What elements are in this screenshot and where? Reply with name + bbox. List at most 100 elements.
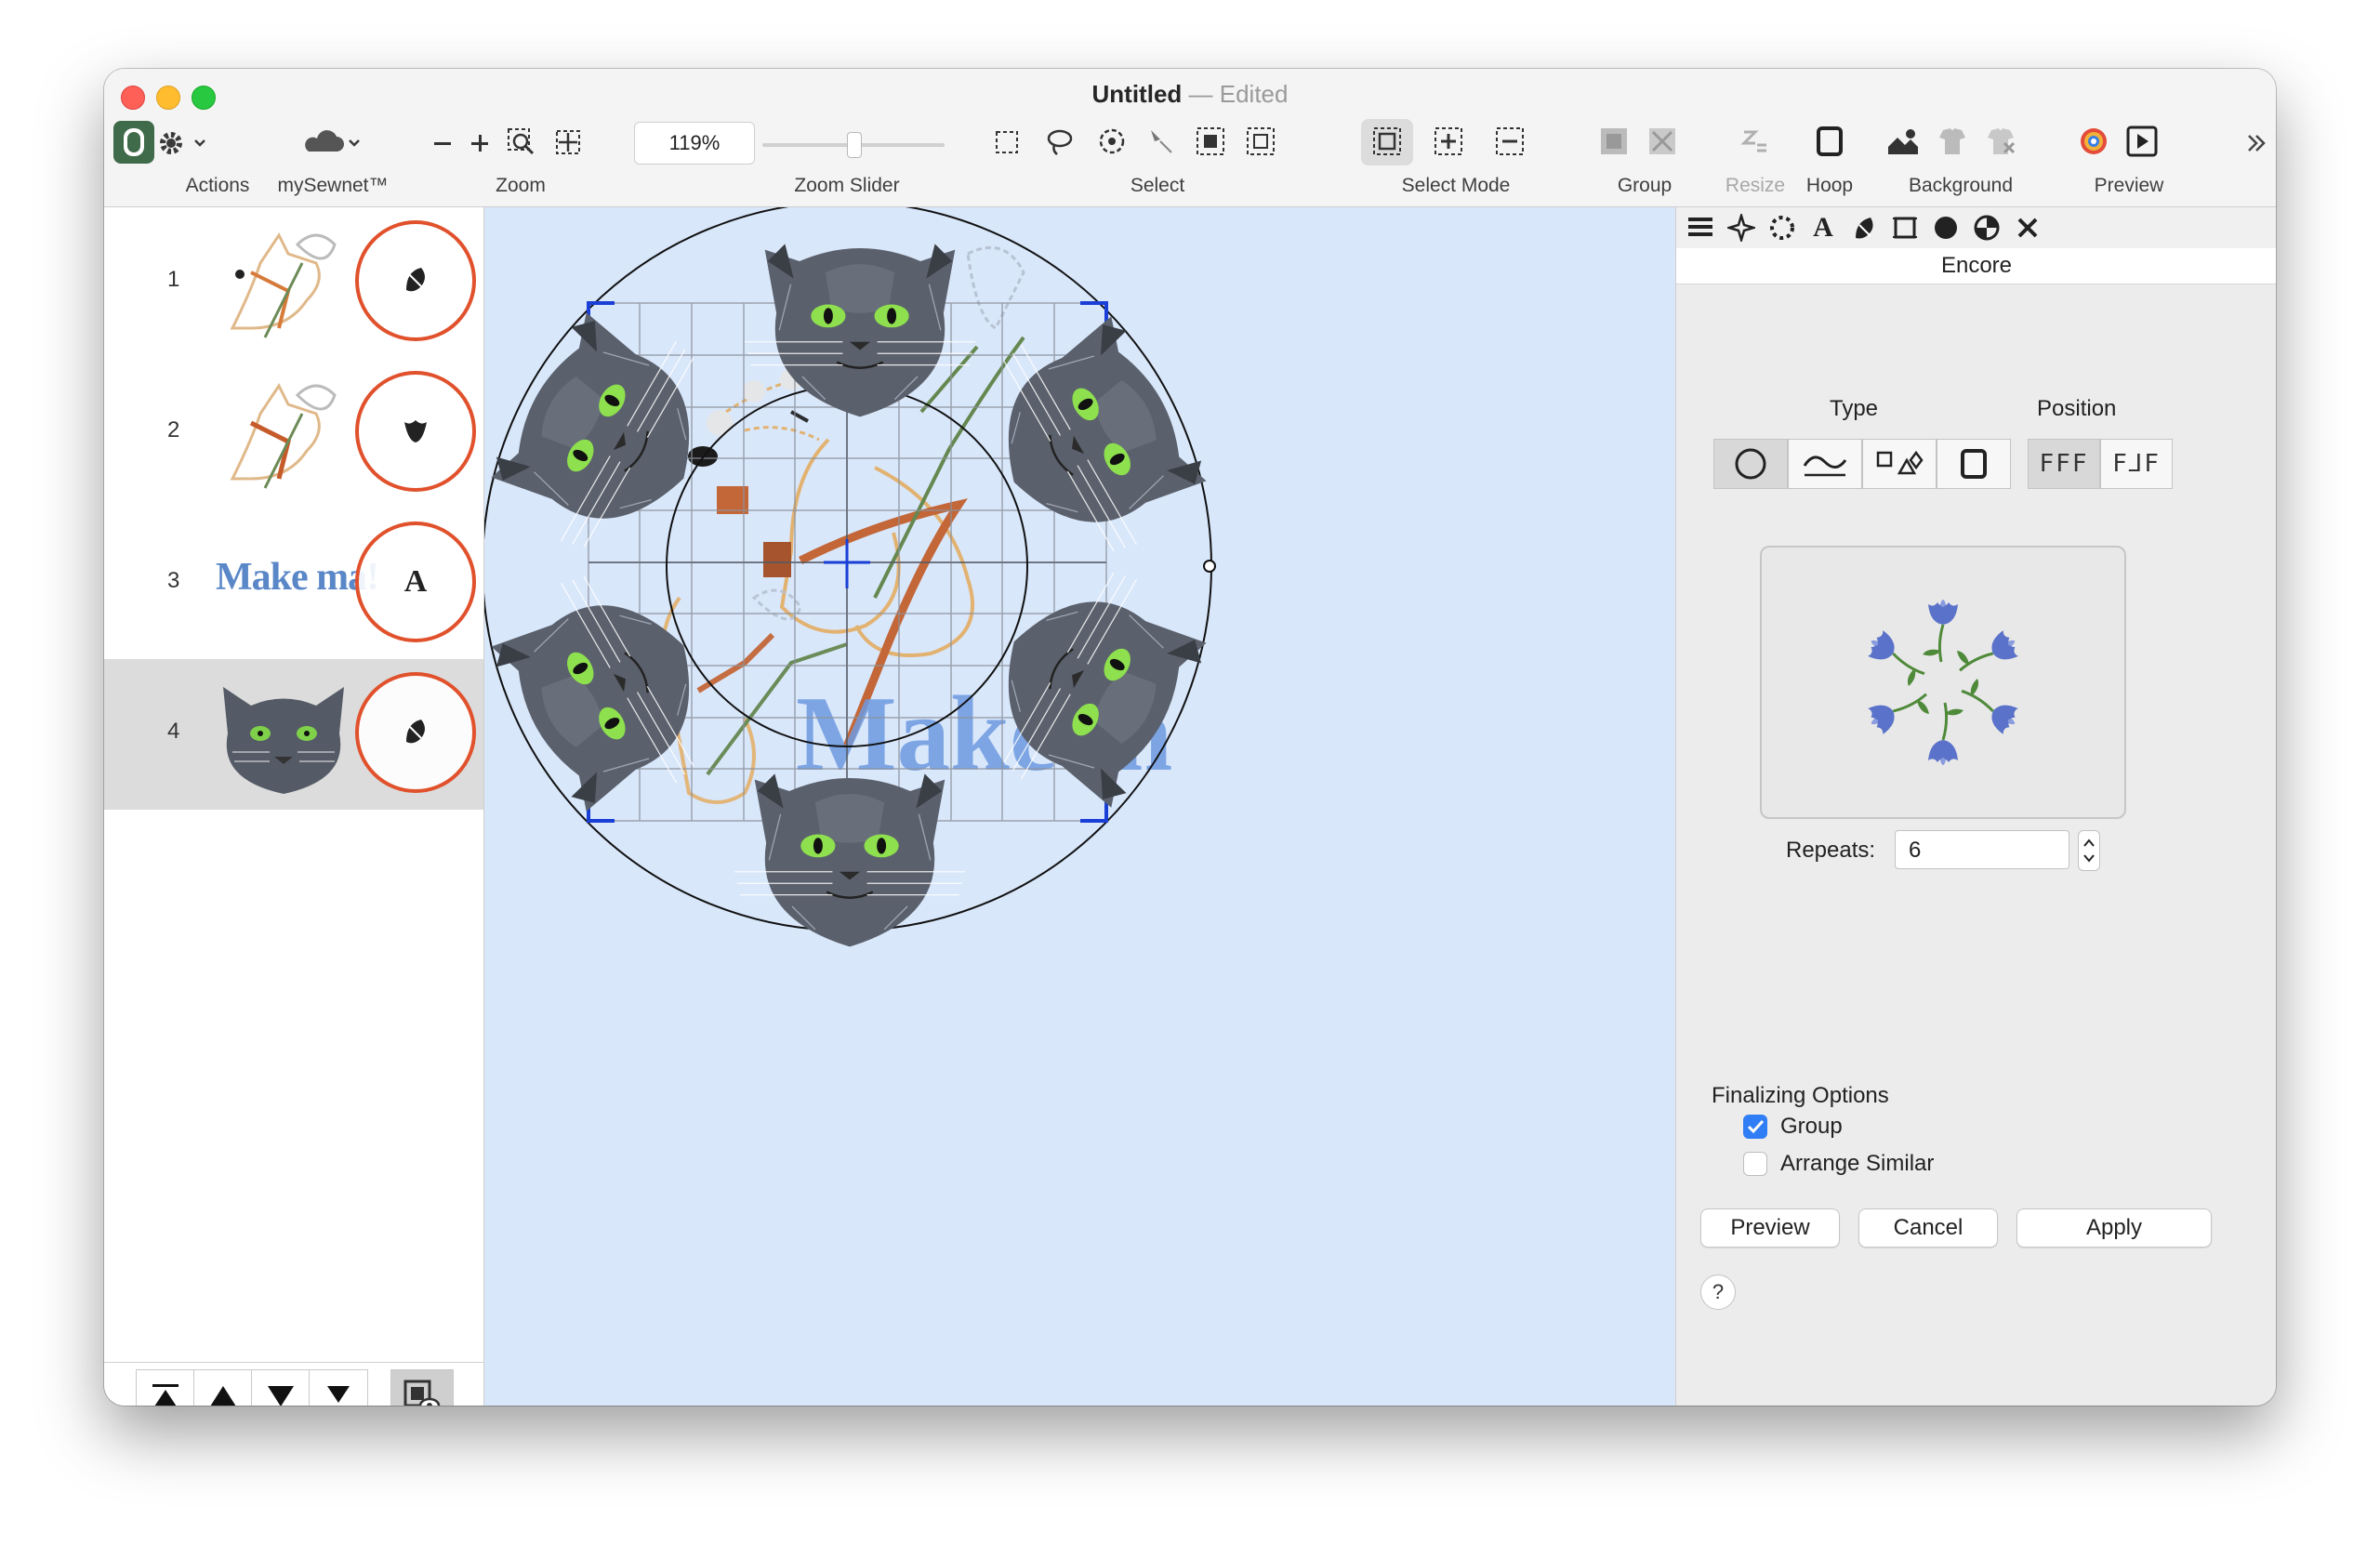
tab-sparkle-icon[interactable] bbox=[1723, 211, 1760, 244]
chevron-double-right-icon[interactable] bbox=[2242, 126, 2270, 160]
panel-help-button[interactable]: ? bbox=[1700, 1274, 1736, 1310]
position-label: Position bbox=[2037, 396, 2117, 421]
resize-label: Resize bbox=[1725, 175, 1786, 196]
preview-label: Preview bbox=[2094, 175, 2164, 196]
move-down-icon[interactable] bbox=[251, 1369, 311, 1406]
app-window: Untitled — Edited Actions mySewnet™ Zoom… bbox=[104, 69, 2276, 1406]
layer-row-3[interactable]: 3 Make ma! A bbox=[104, 508, 483, 659]
tab-color-icon[interactable] bbox=[1968, 211, 2005, 244]
position-same-button[interactable]: FFF bbox=[2028, 439, 2100, 489]
select-mode-new-icon[interactable] bbox=[1368, 123, 1406, 160]
select-label: Select bbox=[1130, 175, 1185, 196]
group-label: Group bbox=[1617, 175, 1673, 196]
layer-number: 2 bbox=[167, 417, 180, 442]
zoom-to-selection-icon[interactable] bbox=[504, 125, 539, 160]
tab-frame-icon[interactable] bbox=[1886, 211, 1924, 244]
zoom-slider-label: Zoom Slider bbox=[794, 175, 900, 196]
select-none-icon[interactable] bbox=[1242, 123, 1279, 160]
zoom-out-icon[interactable] bbox=[428, 126, 457, 160]
toolbar: Untitled — Edited Actions mySewnet™ Zoom… bbox=[104, 69, 2276, 207]
layer-tulip-icon[interactable] bbox=[355, 371, 476, 492]
background-garment-icon[interactable] bbox=[1934, 123, 1971, 160]
tab-properties-icon[interactable] bbox=[1682, 211, 1719, 244]
tab-encore-icon[interactable] bbox=[1764, 211, 1801, 244]
text-thumbnail: Make ma! bbox=[216, 556, 379, 599]
type-circle-button[interactable] bbox=[1713, 439, 1788, 489]
zoom-slider-knob[interactable] bbox=[847, 132, 862, 158]
repeats-label: Repeats: bbox=[1786, 838, 1876, 863]
encore-radius-handle bbox=[1203, 560, 1216, 573]
select-mode-label: Select Mode bbox=[1401, 175, 1511, 196]
background-image-icon[interactable] bbox=[1884, 123, 1923, 160]
fox-thumbnail bbox=[230, 383, 337, 489]
show-hide-layer-icon[interactable] bbox=[390, 1369, 454, 1406]
repeats-input[interactable]: 6 bbox=[1895, 830, 2069, 869]
arrange-similar-label: Arrange Similar bbox=[1780, 1151, 1935, 1176]
layer-text-icon[interactable]: A bbox=[355, 522, 476, 642]
finalizing-options-label: Finalizing Options bbox=[1712, 1083, 1889, 1108]
panel-tabs: A bbox=[1676, 207, 2276, 249]
select-all-icon[interactable] bbox=[1192, 123, 1229, 160]
move-up-icon[interactable] bbox=[193, 1369, 253, 1406]
cancel-button[interactable]: Cancel bbox=[1858, 1208, 1998, 1248]
actions-gear-icon[interactable] bbox=[152, 126, 212, 160]
arrange-similar-checkbox[interactable] bbox=[1743, 1152, 1767, 1176]
tab-embroidery-icon[interactable] bbox=[1845, 211, 1883, 244]
encore-preview-box bbox=[1760, 546, 2126, 819]
position-mirror-button[interactable]: F⅃F bbox=[2100, 439, 2173, 489]
edited-status: Edited bbox=[1219, 80, 1289, 108]
hoop-icon[interactable] bbox=[1811, 123, 1848, 160]
title-separator: — bbox=[1188, 80, 1213, 108]
cat-design-upper-left bbox=[484, 291, 743, 580]
actions-label: Actions bbox=[185, 175, 250, 196]
encore-panel: A Encore Type Position FFF F⅃F Repeats: … bbox=[1675, 207, 2276, 1406]
zoom-percent-field[interactable]: 119% bbox=[634, 122, 755, 165]
document-name: Untitled bbox=[1091, 80, 1183, 108]
layer-row-4[interactable]: 4 bbox=[104, 659, 483, 810]
move-to-top-icon[interactable] bbox=[136, 1369, 195, 1406]
layer-embroidery-icon[interactable] bbox=[355, 672, 476, 793]
group-checkbox-label: Group bbox=[1780, 1114, 1843, 1139]
app-embroidery-icon[interactable] bbox=[113, 121, 154, 164]
freehand-select-icon[interactable] bbox=[1093, 123, 1130, 160]
tab-fill-icon[interactable] bbox=[1927, 211, 1964, 244]
zoom-to-fit-icon[interactable] bbox=[550, 125, 586, 160]
design-canvas[interactable]: Make m bbox=[484, 207, 1675, 1406]
move-to-bottom-icon[interactable] bbox=[309, 1369, 368, 1406]
canvas-artwork: Make m bbox=[484, 207, 1223, 948]
background-remove-icon[interactable] bbox=[1982, 123, 2019, 160]
repeats-stepper[interactable] bbox=[2078, 830, 2100, 871]
layer-number: 3 bbox=[167, 568, 180, 593]
mysewnet-label: mySewnet™ bbox=[277, 175, 389, 196]
zoom-in-icon[interactable] bbox=[465, 126, 495, 160]
layer-row-2[interactable]: 2 bbox=[104, 358, 483, 508]
rectangle-select-icon[interactable] bbox=[989, 125, 1025, 160]
type-path-button[interactable] bbox=[1788, 439, 1862, 489]
type-frame-button[interactable] bbox=[1937, 439, 2011, 489]
fox-thumbnail bbox=[230, 232, 337, 338]
select-mode-add-icon[interactable] bbox=[1430, 123, 1467, 160]
mysewnet-cloud-icon[interactable] bbox=[299, 126, 364, 160]
resize-icon[interactable] bbox=[1737, 123, 1774, 160]
tab-text-icon[interactable]: A bbox=[1805, 211, 1842, 244]
hoop-label: Hoop bbox=[1805, 175, 1854, 196]
preview-button[interactable]: Preview bbox=[1700, 1208, 1840, 1248]
tab-tools-icon[interactable] bbox=[2009, 211, 2046, 244]
type-shapes-button[interactable] bbox=[1862, 439, 1937, 489]
layer-row-1[interactable]: 1 bbox=[104, 207, 483, 358]
layer-embroidery-icon[interactable] bbox=[355, 220, 476, 341]
lasso-select-icon[interactable] bbox=[1041, 125, 1077, 160]
panel-title: Encore bbox=[1676, 248, 2276, 284]
ungroup-icon[interactable] bbox=[1644, 123, 1681, 160]
group-icon[interactable] bbox=[1595, 123, 1633, 160]
layers-divider bbox=[104, 1362, 483, 1363]
select-mode-subtract-icon[interactable] bbox=[1491, 123, 1528, 160]
zoom-label: Zoom bbox=[496, 175, 546, 196]
realistic-preview-icon[interactable] bbox=[2075, 123, 2112, 160]
apply-button[interactable]: Apply bbox=[2016, 1208, 2212, 1248]
stitchout-play-icon[interactable] bbox=[2123, 123, 2161, 160]
select-similar-icon[interactable] bbox=[1142, 123, 1179, 160]
layers-panel: 1 2 3 Make ma! A 4 bbox=[104, 207, 484, 1406]
group-checkbox[interactable] bbox=[1743, 1115, 1767, 1139]
window-title: Untitled — Edited bbox=[104, 80, 2276, 109]
